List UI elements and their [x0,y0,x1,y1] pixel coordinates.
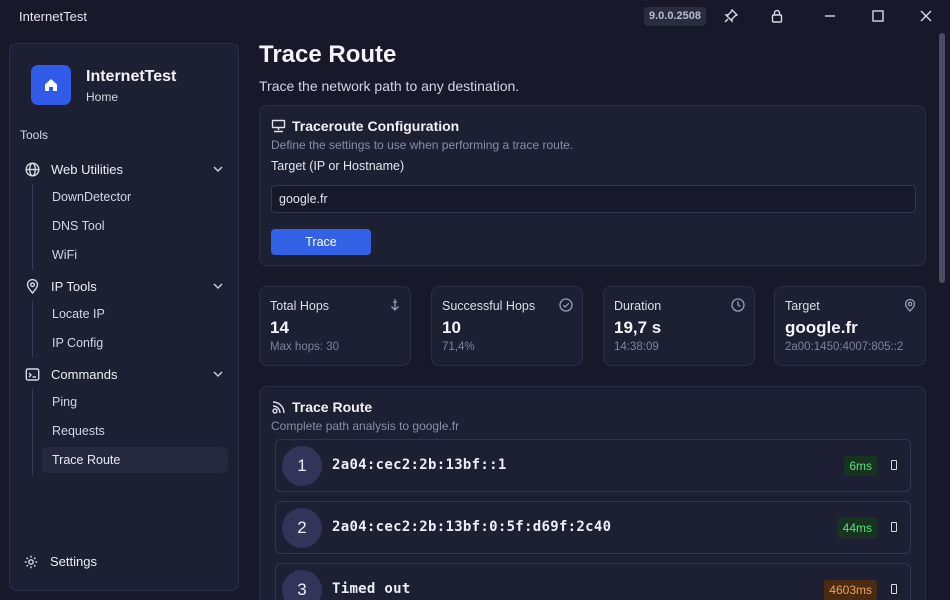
nav-group-commands[interactable]: Commands [24,363,224,385]
close-icon [920,10,932,22]
chevron-down-icon [213,166,223,173]
stat-card-target: Target google.fr 2a00:1450:4007:805::2 [774,286,926,366]
tree-line [32,301,33,357]
sidebar-item-requests[interactable]: Requests [42,418,228,444]
scrollbar[interactable] [939,33,945,283]
hop-number: 2 [282,508,322,548]
hop-latency-badge: 44ms [837,518,877,538]
window-title: InternetTest [19,9,87,24]
location-pin-icon [26,278,38,294]
config-description: Define the settings to use when performi… [271,138,574,152]
hop-latency-badge: 4603ms [824,580,877,600]
tree-line [32,389,33,475]
close-button[interactable] [913,5,939,27]
chevron-down-icon [213,283,223,290]
lock-button[interactable] [764,5,790,27]
config-title: Traceroute Configuration [292,118,460,134]
copy-icon[interactable] [891,584,897,594]
maximize-icon [872,10,884,22]
maximize-button[interactable] [865,5,891,27]
results-title: Trace Route [292,399,373,415]
arrow-down-icon [391,299,399,311]
trace-button[interactable]: Trace [271,229,371,255]
chevron-down-icon [213,371,223,378]
stat-value: google.fr [785,318,858,337]
stat-card-successful-hops: Successful Hops 10 71,4% [431,286,583,366]
nav-group-ip-tools[interactable]: IP Tools [24,275,224,297]
gear-icon [24,555,38,568]
target-input[interactable] [271,185,916,213]
minimize-button[interactable] [817,5,843,27]
app-logo [31,65,71,105]
copy-icon[interactable] [891,522,897,532]
title-bar: InternetTest 9.0.0.2508 [0,0,950,33]
stat-detail: 2a00:1450:4007:805::2 [785,341,904,353]
check-circle-icon [559,298,573,312]
hop-row[interactable]: 3 Timed out 4603ms [275,563,911,600]
sidebar-item-trace-route[interactable]: Trace Route [42,447,228,473]
pin-button[interactable] [718,5,744,27]
hop-address: 2a04:cec2:2b:13bf:0:5f:d69f:2c40 [332,519,612,535]
terminal-icon [25,367,39,381]
sidebar-item-ip-config[interactable]: IP Config [42,330,228,356]
stat-label: Duration [614,299,662,313]
globe-icon [24,161,40,177]
nav-group-web-utilities[interactable]: Web Utilities [24,158,224,180]
stat-label: Successful Hops [442,299,536,313]
page-title: Trace Route [259,41,397,68]
stat-detail: 14:38:09 [614,341,659,353]
hop-address: Timed out [332,581,411,597]
version-badge: 9.0.0.2508 [644,7,706,26]
stat-detail: Max hops: 30 [270,341,340,353]
route-icon [272,400,285,414]
nav-group-label: IP Tools [51,278,97,294]
hop-number: 1 [282,446,322,486]
stat-value: 14 [270,318,289,337]
target-label: Target (IP or Hostname) [271,159,405,173]
settings-label: Settings [50,554,97,569]
stat-card-total-hops: Total Hops 14 Max hops: 30 [259,286,411,366]
hop-address: 2a04:cec2:2b:13bf::1 [332,457,507,473]
clock-icon [731,298,745,312]
stat-label: Total Hops [270,299,330,313]
copy-icon[interactable] [891,460,897,470]
page-subtitle: Trace the network path to any destinatio… [259,78,520,94]
network-icon [271,119,286,133]
stat-card-duration: Duration 19,7 s 14:38:09 [603,286,755,366]
stat-value: 10 [442,318,461,337]
sidebar-item-settings[interactable]: Settings [24,554,97,569]
lock-icon [771,9,783,23]
stat-detail: 71,4% [442,341,475,353]
sidebar-item-downdetector[interactable]: DownDetector [42,184,228,210]
hop-latency-badge: 6ms [844,456,877,476]
app-subtitle[interactable]: Home [86,90,118,104]
nav-group-label: Commands [51,366,118,382]
nav-group-label: Web Utilities [51,161,124,177]
home-icon [45,79,57,91]
stat-label: Target [785,299,820,313]
hop-number: 3 [282,570,322,600]
config-card: Traceroute Configuration Define the sett… [259,105,926,266]
sidebar-item-dns-tool[interactable]: DNS Tool [42,213,228,239]
sidebar-item-ping[interactable]: Ping [42,389,228,415]
hop-row[interactable]: 2 2a04:cec2:2b:13bf:0:5f:d69f:2c40 44ms [275,501,911,554]
sidebar: InternetTest Home Tools Web Utilities Do… [9,43,239,591]
results-card: Trace Route Complete path analysis to go… [259,386,926,600]
stat-value: 19,7 s [614,318,662,337]
tools-section-label: Tools [20,128,49,142]
sidebar-item-wifi[interactable]: WiFi [42,242,228,268]
hop-row[interactable]: 1 2a04:cec2:2b:13bf::1 6ms [275,439,911,492]
sidebar-item-locate-ip[interactable]: Locate IP [42,301,228,327]
app-name: InternetTest [86,68,177,85]
results-description: Complete path analysis to google.fr [271,419,460,433]
pin-icon [724,9,738,23]
minimize-icon [825,15,835,17]
target-icon [904,298,916,312]
tree-line [32,184,33,270]
